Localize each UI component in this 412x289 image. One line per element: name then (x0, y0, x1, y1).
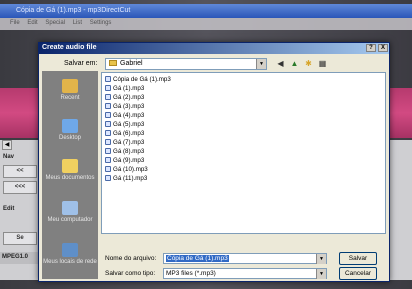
file-name: Gá (8).mp3 (113, 148, 145, 155)
scroll-left-arrow-icon[interactable]: ◀ (2, 140, 12, 150)
place-desktop-label: Desktop (58, 135, 81, 141)
app-menubar: File Edit Special List Settings (0, 18, 412, 30)
file-name: Gá (2).mp3 (113, 94, 145, 101)
app-right-panel (388, 140, 412, 280)
file-name: Gá (5).mp3 (113, 121, 145, 128)
place-network[interactable]: Meus locais de rede (42, 243, 98, 266)
look-in-label: Salvar em: (64, 60, 98, 67)
my-computer-icon (62, 201, 78, 215)
list-item[interactable]: Gá (2).mp3 (105, 93, 144, 102)
file-name: Gá (4).mp3 (113, 112, 145, 119)
mp3-file-icon (105, 76, 111, 82)
chevron-down-icon[interactable]: ▼ (256, 59, 266, 69)
filename-value: Cópia de Gá (1).mp3 (166, 255, 229, 262)
my-documents-icon (62, 159, 78, 173)
filetype-label: Salvar como tipo: (105, 270, 156, 277)
look-in-value: Gabriel (120, 60, 143, 67)
file-name: Gá (3).mp3 (113, 103, 145, 110)
list-item[interactable]: Gá (4).mp3 (105, 111, 144, 120)
filetype-value: MP3 files (*.mp3) (166, 270, 216, 277)
file-name: Gá (11).mp3 (113, 175, 148, 182)
menu-list[interactable]: List (73, 20, 82, 26)
close-button[interactable]: X (378, 44, 388, 52)
list-item[interactable]: Gá (1).mp3 (105, 84, 144, 93)
mp3-file-icon (105, 103, 111, 109)
place-my-documents-label: Meus documentos (45, 175, 95, 181)
mp3-file-icon (105, 139, 111, 145)
menu-edit[interactable]: Edit (27, 20, 37, 26)
mp3-file-icon (105, 112, 111, 118)
app-title: Cópia de Gá (1).mp3 - mp3DirectCut (0, 4, 412, 18)
place-my-documents[interactable]: Meus documentos (42, 159, 98, 182)
place-my-computer-label: Meu computador (47, 217, 93, 223)
file-name: Gá (10).mp3 (113, 166, 148, 173)
menu-settings[interactable]: Settings (90, 20, 112, 26)
list-item[interactable]: Gá (9).mp3 (105, 156, 144, 165)
filename-field[interactable]: Cópia de Gá (1).mp3 ▼ (163, 253, 327, 264)
list-item[interactable]: Gá (6).mp3 (105, 129, 144, 138)
menu-special[interactable]: Special (45, 20, 65, 26)
place-network-label: Meus locais de rede (43, 259, 97, 265)
look-in-combo[interactable]: Gabriel ▼ (105, 58, 267, 70)
rewind-button[interactable]: << (3, 165, 37, 178)
file-name: Gá (9).mp3 (113, 157, 145, 164)
mp3-file-icon (105, 175, 111, 181)
file-name: Cópia de Gá (1).mp3 (113, 76, 171, 83)
chevron-down-icon[interactable]: ▼ (316, 269, 326, 279)
mp3-file-icon (105, 121, 111, 127)
mp3-file-icon (105, 130, 111, 136)
mp3-file-icon (105, 166, 111, 172)
save-button[interactable]: Salvar (339, 252, 377, 265)
folder-icon (109, 60, 117, 66)
filetype-select[interactable]: MP3 files (*.mp3) ▼ (163, 268, 327, 279)
dialog-title: Create audio file (39, 43, 389, 54)
list-item[interactable]: Cópia de Gá (1).mp3 (105, 75, 171, 84)
view-menu-icon[interactable]: ▦ (317, 59, 328, 69)
desktop-icon (62, 119, 78, 133)
fast-rewind-button[interactable]: <<< (3, 181, 37, 194)
create-audio-file-dialog: Create audio file ? X Salvar em: Gabriel… (38, 42, 390, 282)
file-name: Gá (6).mp3 (113, 130, 145, 137)
nav-label: Nav (3, 154, 15, 160)
filename-label: Nome do arquivo: (105, 255, 157, 262)
list-item[interactable]: Gá (5).mp3 (105, 120, 144, 129)
mp3-file-icon (105, 85, 111, 91)
list-item[interactable]: Gá (3).mp3 (105, 102, 144, 111)
up-folder-icon[interactable]: ▲ (289, 59, 300, 69)
se-button[interactable]: Se (3, 232, 37, 245)
edit-label: Edit (3, 206, 15, 212)
mp3-file-icon (105, 148, 111, 154)
app-status-format: MPEG1.0 (0, 252, 40, 264)
places-bar: Recent Desktop Meus documentos Meu compu… (42, 71, 98, 279)
menu-file[interactable]: File (10, 20, 20, 26)
chevron-down-icon[interactable]: ▼ (316, 254, 326, 264)
new-folder-icon[interactable]: ✱ (303, 59, 314, 69)
file-name: Gá (7).mp3 (113, 139, 145, 146)
list-item[interactable]: Gá (7).mp3 (105, 138, 144, 147)
mp3-file-icon (105, 157, 111, 163)
place-my-computer[interactable]: Meu computador (42, 201, 98, 224)
back-icon[interactable]: ◀ (275, 59, 286, 69)
help-button[interactable]: ? (366, 44, 376, 52)
file-list[interactable]: Cópia de Gá (1).mp3 Gá (1).mp3 Gá (2).mp… (101, 72, 386, 234)
list-item[interactable]: Gá (8).mp3 (105, 147, 144, 156)
list-item[interactable]: Gá (10).mp3 (105, 165, 148, 174)
recent-icon (62, 79, 78, 93)
mp3-file-icon (105, 94, 111, 100)
place-recent[interactable]: Recent (42, 79, 98, 102)
place-recent-label: Recent (60, 95, 80, 101)
cancel-button[interactable]: Cancelar (339, 267, 377, 280)
network-icon (62, 243, 78, 257)
place-desktop[interactable]: Desktop (42, 119, 98, 142)
list-item[interactable]: Gá (11).mp3 (105, 174, 147, 183)
file-name: Gá (1).mp3 (113, 85, 145, 92)
